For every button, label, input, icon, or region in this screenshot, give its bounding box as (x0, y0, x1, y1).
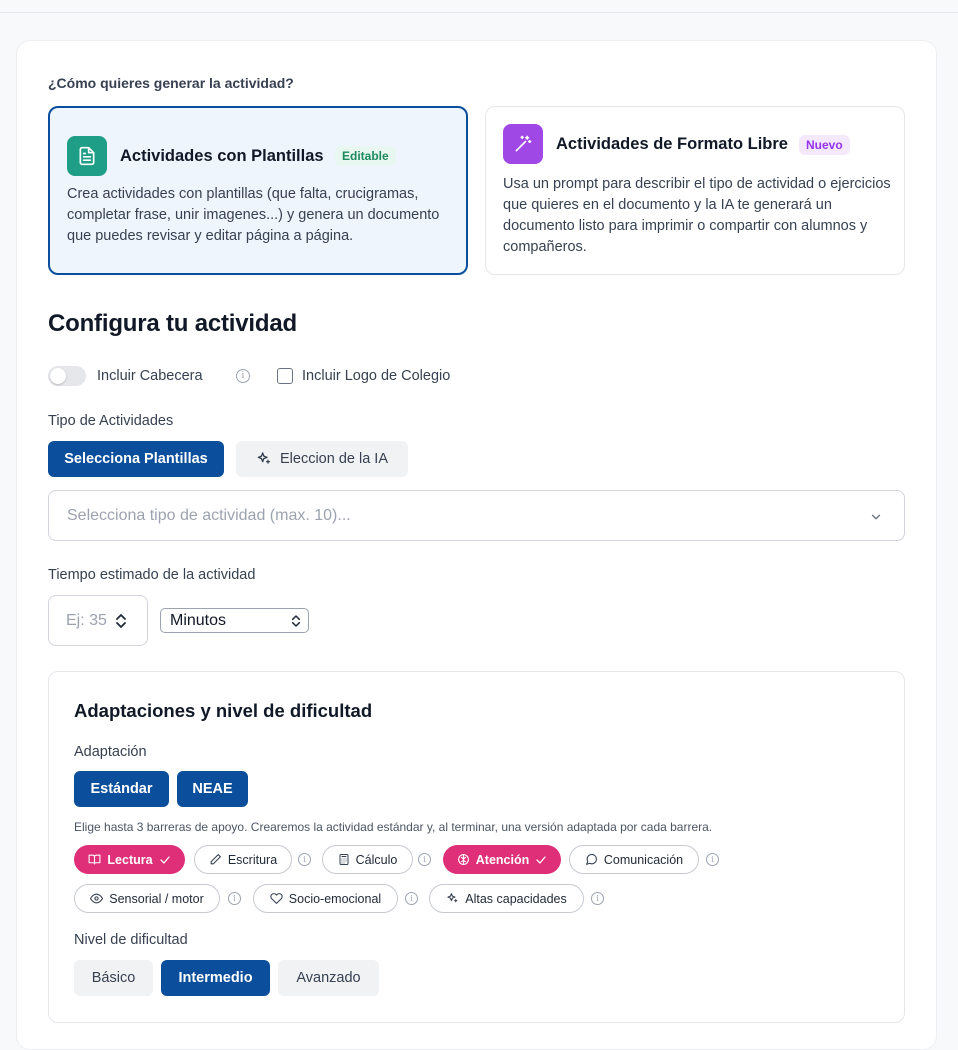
generation-question: ¿Cómo quieres generar la actividad? (48, 75, 294, 91)
include-header-label: Incluir Cabecera (97, 368, 203, 384)
toggle-knob (50, 368, 66, 384)
editable-badge: Editable (335, 146, 396, 166)
select-templates-button[interactable]: Selecciona Plantillas (48, 441, 224, 477)
adaptation-label: Adaptación (74, 744, 147, 760)
barrier-chip-socioemocional[interactable]: Socio-emocional (253, 884, 398, 913)
check-icon (536, 855, 546, 864)
include-logo-label: Incluir Logo de Colegio (302, 368, 451, 384)
new-badge: Nuevo (799, 135, 850, 155)
speech-bubble-icon (585, 853, 597, 865)
info-icon[interactable]: i (591, 892, 604, 905)
info-icon[interactable]: i (706, 853, 719, 866)
free-format-activities-option[interactable]: Actividades de Formato Libre Nuevo Usa u… (485, 106, 905, 275)
chip-label: Altas capacidades (465, 891, 567, 906)
chip-label: Escritura (227, 852, 278, 867)
time-unit-value: Minutos (170, 612, 227, 629)
barrier-chip-lectura[interactable]: Lectura (74, 845, 185, 874)
chip-label: Sensorial / motor (109, 891, 204, 906)
chip-label: Comunicación (603, 852, 684, 867)
activity-type-label: Tipo de Actividades (48, 413, 174, 429)
standard-button[interactable]: Estándar (74, 771, 169, 807)
barrier-chip-altas-capacidades[interactable]: Altas capacidades (429, 884, 584, 913)
include-header-toggle[interactable] (48, 366, 86, 386)
difficulty-basic-button[interactable]: Básico (74, 960, 153, 996)
option-title: Actividades de Formato Libre (556, 135, 788, 153)
difficulty-label: Nivel de dificultad (74, 932, 188, 948)
barrier-chip-escritura[interactable]: Escritura (194, 845, 292, 874)
chip-label: Lectura (107, 852, 153, 867)
book-icon (88, 854, 101, 865)
brain-icon (457, 854, 469, 865)
template-activities-option[interactable]: Actividades con Plantillas Editable Crea… (48, 106, 468, 275)
document-icon (67, 136, 107, 176)
neae-button[interactable]: NEAE (177, 771, 248, 807)
adaptations-heading: Adaptaciones y nivel de dificultad (74, 700, 373, 721)
ai-choice-button[interactable]: Eleccion de la IA (236, 441, 408, 477)
chip-label: Atención (475, 852, 530, 867)
chip-label: Socio-emocional (288, 891, 382, 906)
stepper-icon[interactable] (115, 612, 127, 630)
check-icon (159, 855, 170, 864)
magic-wand-icon (503, 124, 543, 164)
pencil-icon (210, 854, 221, 865)
info-icon[interactable]: i (298, 853, 311, 866)
calculator-icon (339, 854, 349, 865)
eye-icon (90, 893, 104, 904)
info-icon[interactable]: i (405, 892, 418, 905)
option-title: Actividades con Plantillas (120, 147, 324, 165)
difficulty-intermediate-button[interactable]: Intermedio (161, 960, 270, 996)
info-icon[interactable]: i (236, 369, 250, 383)
sparkles-icon (257, 452, 270, 464)
time-input[interactable]: Ej: 35 (48, 595, 148, 646)
select-arrows-icon (291, 615, 301, 627)
info-icon[interactable]: i (228, 892, 241, 905)
activity-type-select[interactable]: Selecciona tipo de actividad (max. 10)..… (48, 490, 905, 541)
ai-choice-label: Eleccion de la IA (279, 451, 388, 467)
barrier-chip-sensorial[interactable]: Sensorial / motor (74, 884, 220, 913)
option-description: Usa un prompt para describir el tipo de … (503, 176, 891, 255)
sparkles-icon (447, 893, 458, 903)
barriers-helper-text: Elige hasta 3 barreras de apoyo. Crearem… (74, 820, 713, 834)
info-icon[interactable]: i (418, 853, 431, 866)
config-heading: Configura tu actividad (48, 310, 297, 337)
barrier-chip-comunicacion[interactable]: Comunicación (569, 845, 699, 874)
time-placeholder: Ej: 35 (66, 612, 107, 629)
option-description: Crea actividades con plantillas (que fal… (67, 186, 440, 244)
heart-icon (270, 893, 283, 904)
include-logo-checkbox[interactable] (277, 368, 293, 384)
chip-label: Cálculo (355, 852, 398, 867)
barrier-chip-atencion[interactable]: Atención (443, 845, 561, 874)
chevron-down-icon (871, 514, 881, 520)
difficulty-advanced-button[interactable]: Avanzado (278, 960, 379, 996)
activity-type-placeholder: Selecciona tipo de actividad (max. 10)..… (67, 507, 351, 524)
barrier-chip-calculo[interactable]: Cálculo (322, 845, 413, 874)
time-label: Tiempo estimado de la actividad (48, 567, 256, 583)
top-divider (0, 12, 958, 13)
time-unit-select[interactable]: Minutos (160, 608, 309, 633)
